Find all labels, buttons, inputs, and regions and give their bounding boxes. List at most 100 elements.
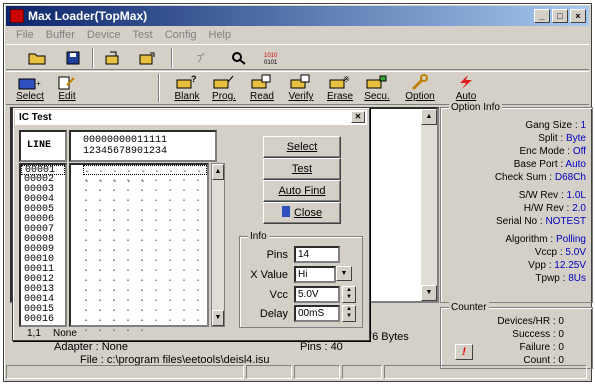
buffer-bytes: 76 Bytes [366, 331, 409, 343]
svg-text:※: ※ [343, 75, 350, 84]
delay-spinner-icon[interactable]: ▲ ▼ [342, 305, 356, 322]
blank-button[interactable]: ? Blank [172, 72, 202, 105]
dialog-title: IC Test [19, 112, 52, 123]
read-button[interactable]: Read [246, 72, 278, 105]
minimize-button[interactable]: _ [534, 9, 550, 23]
info-title: Info [248, 231, 269, 242]
svg-text:?: ? [191, 74, 197, 84]
chip-erase-icon: ※ [324, 72, 356, 90]
adapter-label: Adapter : None [54, 341, 128, 353]
close-button[interactable]: × [570, 9, 586, 23]
line-number: 00016 [24, 314, 55, 325]
devices-hr: Devices/HR : 0 [497, 316, 564, 327]
check-sum-row: Check Sum : D68Ch [494, 172, 586, 183]
counter-panel: Counter Devices/HR : 0 Success : 0 Failu… [440, 302, 593, 369]
save-disk-icon[interactable] [62, 48, 84, 68]
scroll-up-arrow-icon[interactable]: ▲ [421, 109, 437, 125]
app-window: Max Loader(TopMax) _ □ × File Buffer Dev… [3, 3, 593, 382]
menu-device[interactable]: Device [81, 27, 127, 43]
chevron-down-icon[interactable]: ▼ [336, 266, 352, 281]
door-icon [281, 206, 290, 217]
vpp-row: Vpp : 12.25V [528, 260, 586, 271]
svg-text:1010: 1010 [264, 53, 278, 59]
pins-field[interactable]: 14 [294, 246, 340, 263]
chip-secure-icon [360, 72, 394, 90]
auto-find-button[interactable]: Auto Find [263, 180, 341, 202]
dialog-title-bar[interactable]: IC Test ✕ [15, 110, 367, 125]
counter-title: Counter [449, 302, 489, 313]
grid-scroll-up-icon[interactable]: ▲ [212, 164, 224, 180]
line-header: LINE [19, 130, 67, 162]
vccp-row: Vccp : 5.0V [534, 247, 586, 258]
pins-label: Pins : 40 [300, 341, 343, 353]
vcc-spinner-icon[interactable]: ▲ ▼ [342, 286, 356, 303]
ic-test-dialog: IC Test ✕ LINE 00000000011111 1234567890… [12, 107, 370, 341]
select-button[interactable]: + Select [12, 72, 48, 105]
status-bar [6, 365, 589, 379]
grid-scrollbar[interactable]: ▲ ▼ [211, 163, 225, 327]
vcc-field[interactable]: 5.0V [294, 286, 340, 303]
test-button[interactable]: Test [263, 158, 341, 180]
buffer-view-icon[interactable]: ﾌﾟ [194, 48, 216, 68]
edit-button[interactable]: Edit [52, 72, 82, 105]
delay-field[interactable]: 00mS [294, 305, 340, 322]
chip-blank-icon: ? [172, 72, 202, 90]
dialog-status-text: None [53, 328, 77, 339]
status-pane-1 [6, 365, 244, 379]
option-info-panel: Option Info Gang Size : 1 Split : Byte E… [440, 102, 593, 303]
svg-text:ﾌﾟ: ﾌﾟ [197, 53, 207, 65]
column-header: 00000000011111 12345678901234 [69, 130, 217, 162]
option-button[interactable]: Option [400, 72, 440, 105]
title-bar[interactable]: Max Loader(TopMax) _ □ × [6, 6, 589, 26]
lightning-icon [450, 72, 482, 90]
menu-config[interactable]: Config [159, 27, 203, 43]
binary-icon[interactable]: 1010 0101 [262, 48, 284, 68]
toolbar-main: + Select Edit ? Blank Prog. Read Verify … [6, 71, 589, 105]
menu-test[interactable]: Test [127, 27, 159, 43]
auto-button[interactable]: Auto [450, 72, 482, 105]
chip-verify-icon [284, 72, 318, 90]
test-vector-grid[interactable]: . . . . . . . . . . . . . .. . . . . . .… [69, 163, 209, 335]
gang-size-row: Gang Size : 1 [525, 120, 586, 131]
scroll-down-arrow-icon[interactable]: ▼ [421, 285, 437, 301]
serial-no-row: Serial No : NOTEST [495, 216, 586, 227]
load-buffer-icon[interactable] [102, 48, 124, 68]
status-pane-5 [384, 365, 587, 379]
secure-button[interactable]: Secu. [360, 72, 394, 105]
option-info-title: Option Info [449, 102, 502, 113]
select-dialog-button[interactable]: Select [263, 136, 341, 158]
menu-help[interactable]: Help [203, 27, 238, 43]
menu-bar: File Buffer Device Test Config Help [6, 27, 589, 43]
base-port-row: Base Port : Auto [513, 159, 586, 170]
dialog-close-icon[interactable]: ✕ [351, 111, 365, 123]
cursor-position: 1,1 [27, 328, 41, 339]
svg-text:+: + [36, 79, 41, 88]
xvalue-select[interactable]: Hi ▼ [294, 266, 352, 283]
erase-button[interactable]: ※ Erase [324, 72, 356, 105]
split-row: Split : Byte [538, 133, 586, 144]
algorithm-row: Algorithm : Polling [505, 234, 586, 245]
window-title: Max Loader(TopMax) [28, 9, 148, 23]
svg-text:0101: 0101 [264, 60, 278, 65]
test-vector-row[interactable]: . . . . . . . . . . . . . . [83, 315, 207, 335]
tpwp-row: Tpwp : 8Us [535, 273, 586, 284]
open-folder-icon[interactable] [26, 48, 48, 68]
buffer-scrollbar[interactable]: ▲ ▼ [421, 109, 437, 301]
program-button[interactable]: Prog. [208, 72, 240, 105]
status-pane-3 [294, 365, 340, 379]
success-count: Success : 0 [512, 329, 564, 340]
chip-read-icon [246, 72, 278, 90]
maximize-button[interactable]: □ [552, 9, 568, 23]
status-pane-4 [342, 365, 382, 379]
verify-button[interactable]: Verify [284, 72, 318, 105]
reset-counter-icon[interactable]: ! [455, 344, 473, 360]
grid-scroll-down-icon[interactable]: ▼ [212, 310, 224, 326]
menu-file[interactable]: File [10, 27, 40, 43]
save-buffer-icon[interactable] [136, 48, 158, 68]
search-icon[interactable] [228, 48, 250, 68]
menu-buffer[interactable]: Buffer [40, 27, 81, 43]
app-icon [10, 9, 24, 23]
failure-count: Failure : 0 [519, 342, 564, 353]
status-pane-2 [246, 365, 292, 379]
close-dialog-button[interactable]: Close [263, 202, 341, 224]
